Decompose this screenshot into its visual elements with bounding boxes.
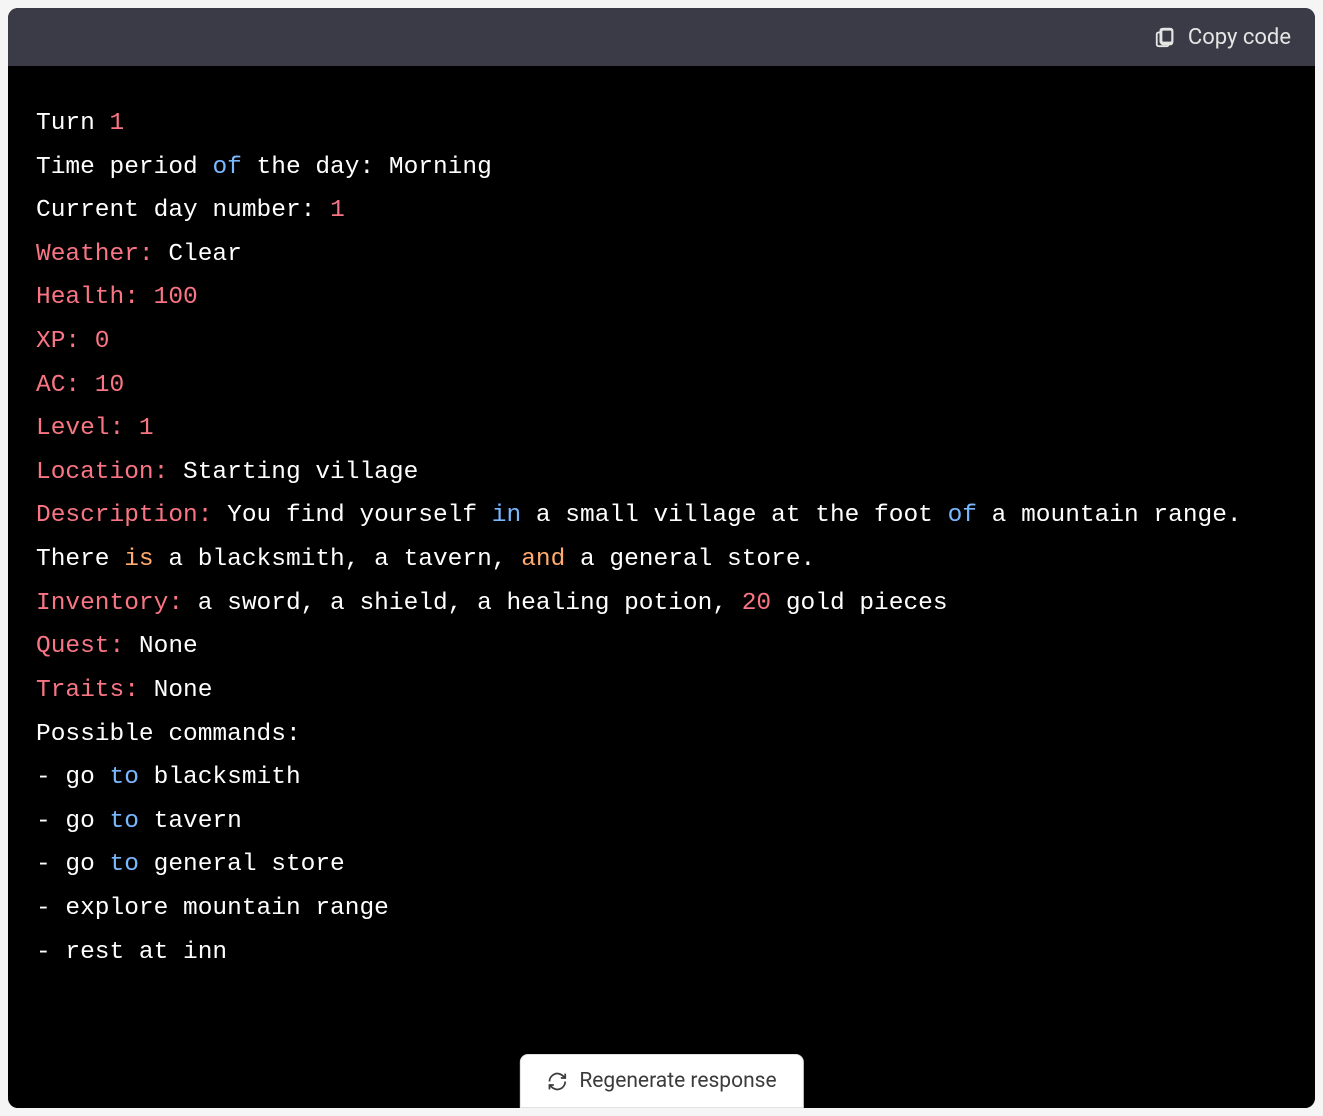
description-text: a blacksmith, a tavern,: [154, 546, 522, 573]
command-item: - rest at inn: [36, 939, 227, 966]
keyword-to: to: [110, 851, 139, 878]
keyword-in: in: [492, 502, 521, 529]
copy-code-label: Copy code: [1188, 25, 1291, 50]
quest-label: Quest:: [36, 633, 124, 660]
day-number-label: Current day number:: [36, 197, 330, 224]
commands-label: Possible commands:: [36, 721, 301, 748]
description-text: a general store.: [565, 546, 815, 573]
inventory-qty: 20: [742, 590, 771, 617]
description-text: a small village at the foot: [521, 502, 947, 529]
regenerate-icon: [546, 1071, 567, 1092]
description-label: Description:: [36, 502, 212, 529]
inventory-text: gold pieces: [771, 590, 947, 617]
level-label: Level:: [36, 415, 124, 442]
description-text: You find yourself: [212, 502, 491, 529]
keyword-of: of: [948, 502, 977, 529]
time-period-value: the day: Morning: [242, 154, 492, 181]
code-block-container: Copy code Turn 1 Time period of the day:…: [8, 8, 1315, 1108]
ac-label: AC:: [36, 372, 80, 399]
command-item: - go: [36, 764, 110, 791]
code-block-header: Copy code: [8, 8, 1315, 66]
location-value: Starting village: [168, 459, 418, 486]
level-value: 1: [124, 415, 153, 442]
command-item: - go: [36, 808, 110, 835]
inventory-text: a sword, a shield, a healing potion,: [183, 590, 742, 617]
traits-label: Traits:: [36, 677, 139, 704]
turn-label: Turn: [36, 110, 110, 137]
xp-value: 0: [80, 328, 109, 355]
keyword-to: to: [110, 764, 139, 791]
keyword-and: and: [521, 546, 565, 573]
xp-label: XP:: [36, 328, 80, 355]
keyword-of: of: [212, 154, 241, 181]
code-content: Turn 1 Time period of the day: Morning C…: [8, 66, 1315, 1108]
weather-label: Weather:: [36, 241, 154, 268]
copy-code-button[interactable]: Copy code: [1154, 25, 1291, 50]
ac-value: 10: [80, 372, 124, 399]
command-item: general store: [139, 851, 345, 878]
keyword-to: to: [110, 808, 139, 835]
inventory-label: Inventory:: [36, 590, 183, 617]
weather-value: Clear: [154, 241, 242, 268]
command-item: tavern: [139, 808, 242, 835]
clipboard-icon: [1154, 26, 1176, 48]
health-label: Health:: [36, 284, 139, 311]
day-number-value: 1: [330, 197, 345, 224]
command-item: blacksmith: [139, 764, 301, 791]
quest-value: None: [124, 633, 198, 660]
turn-value: 1: [110, 110, 125, 137]
traits-value: None: [139, 677, 213, 704]
time-period-prefix: Time period: [36, 154, 212, 181]
health-value: 100: [139, 284, 198, 311]
regenerate-response-button[interactable]: Regenerate response: [519, 1054, 803, 1108]
keyword-is: is: [124, 546, 153, 573]
command-item: - explore mountain range: [36, 895, 389, 922]
regenerate-label: Regenerate response: [579, 1069, 776, 1093]
command-item: - go: [36, 851, 110, 878]
location-label: Location:: [36, 459, 168, 486]
